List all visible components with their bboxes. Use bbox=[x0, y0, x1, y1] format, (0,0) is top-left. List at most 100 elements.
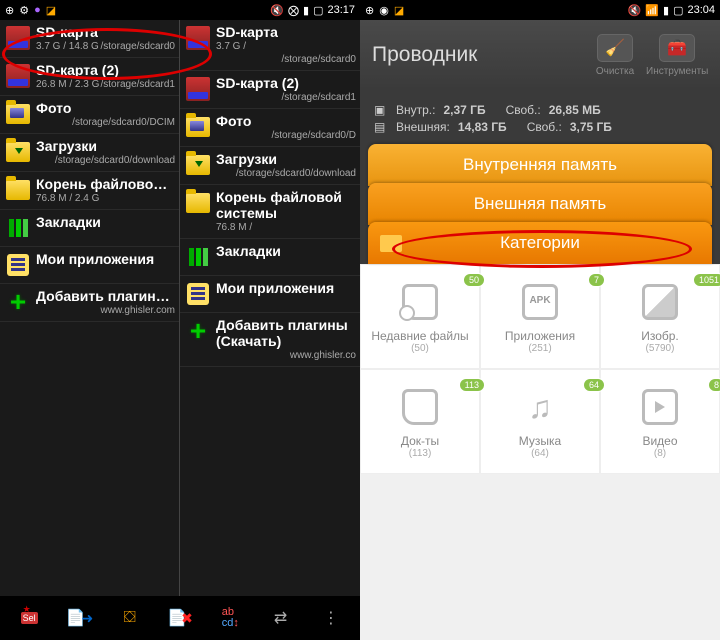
viber-icon: ● bbox=[34, 4, 41, 16]
fm-toolbar: ★Sel 📄➜ ⛋ 📄✖ abcd↕ ⇄ ⋮ bbox=[0, 596, 360, 640]
fm-item[interactable]: SD-карта3.7 G / 14.8 G/storage/sdcard0 bbox=[0, 20, 179, 58]
category-icon: 1051 bbox=[605, 279, 715, 325]
sd-icon bbox=[4, 62, 32, 90]
broom-icon: 🧹 bbox=[597, 34, 633, 62]
mute-icon: 🔇 bbox=[628, 4, 642, 17]
fm-item[interactable]: Корень файловой системы76.8 M / bbox=[180, 185, 360, 239]
folder-icon bbox=[4, 176, 32, 204]
category-cell[interactable]: 8 Видео (8) bbox=[600, 369, 720, 474]
count-badge: 113 bbox=[459, 378, 485, 392]
gear-icon: ⚙ bbox=[19, 4, 29, 17]
swap-button[interactable]: ⇄ bbox=[265, 602, 297, 634]
fm-item[interactable]: Закладки bbox=[180, 239, 360, 276]
sd-storage-icon: ▤ bbox=[374, 120, 388, 134]
delete-button[interactable]: 📄✖ bbox=[164, 602, 196, 634]
toolbox-icon: 🧰 bbox=[659, 34, 695, 62]
fm-item[interactable]: + Добавить плагины (Скачать)www.ghisler.… bbox=[180, 313, 360, 367]
fm-item[interactable]: + Добавить плагины (Скачать)www.ghisler.… bbox=[0, 284, 179, 322]
fm-item[interactable]: Закладки bbox=[0, 210, 179, 247]
category-icon: 113 bbox=[365, 384, 475, 430]
folder-icon bbox=[184, 189, 212, 217]
category-cell[interactable]: ♫64 Музыка (64) bbox=[480, 369, 600, 474]
category-title: Изобр. bbox=[605, 329, 715, 343]
bookmark-icon bbox=[184, 243, 212, 271]
fm-item[interactable]: Корень файловой системы76.8 M / 2.4 G bbox=[0, 172, 179, 210]
count-badge: 8 bbox=[708, 378, 720, 392]
wifi-icon: ⨂ bbox=[288, 4, 299, 17]
bookmark-icon bbox=[4, 214, 32, 242]
fm-item[interactable]: Фото/storage/sdcard0/D bbox=[180, 109, 360, 147]
plus-icon: ⊕ bbox=[5, 4, 14, 17]
phone-right: ⊕ ◉ ◪ 🔇 📶 ▮ ▢ 23:04 Проводник 🧹 Очистка … bbox=[360, 0, 720, 640]
sd-icon bbox=[184, 24, 212, 52]
clock-text: 23:17 bbox=[327, 4, 355, 16]
category-count: (5790) bbox=[605, 343, 715, 354]
category-cell[interactable]: 1051 Изобр. (5790) bbox=[600, 264, 720, 369]
wifi-icon: 📶 bbox=[645, 4, 659, 17]
fm-column-right: SD-карта3.7 G //storage/sdcard0 SD-карта… bbox=[180, 20, 360, 596]
fm-item[interactable]: SD-карта3.7 G //storage/sdcard0 bbox=[180, 20, 360, 71]
fm-item[interactable]: Мои приложения bbox=[0, 247, 179, 284]
plus-icon: + bbox=[4, 288, 32, 316]
battery-icon: ▢ bbox=[673, 4, 683, 17]
folder-dl-icon bbox=[4, 138, 32, 166]
sort-button[interactable]: abcd↕ bbox=[214, 602, 246, 634]
category-cell[interactable]: 113 Док-ты (113) bbox=[360, 369, 480, 474]
clock-text: 23:04 bbox=[687, 4, 715, 16]
gear-icon: ◉ bbox=[379, 4, 389, 17]
category-count: (113) bbox=[365, 448, 475, 459]
fm-item[interactable]: Загрузки/storage/sdcard0/download bbox=[180, 147, 360, 185]
explorer-title: Проводник bbox=[372, 43, 584, 67]
fm-item[interactable]: Фото/storage/sdcard0/DCIM bbox=[0, 96, 179, 134]
status-bar-right: ⊕ ◉ ◪ 🔇 📶 ▮ ▢ 23:04 bbox=[360, 0, 720, 20]
category-count: (8) bbox=[605, 448, 715, 459]
select-button[interactable]: ★Sel bbox=[13, 602, 45, 634]
zip-button[interactable]: ⛋ bbox=[114, 602, 146, 634]
mute-icon: 🔇 bbox=[270, 4, 284, 17]
category-icon: 50 bbox=[365, 279, 475, 325]
category-title: Музыка bbox=[485, 434, 595, 448]
sd-icon bbox=[4, 24, 32, 52]
category-count: (64) bbox=[485, 448, 595, 459]
fm-column-left: SD-карта3.7 G / 14.8 G/storage/sdcard0 S… bbox=[0, 20, 180, 596]
category-title: Недавние файлы bbox=[365, 329, 475, 343]
fm-item[interactable]: Загрузки/storage/sdcard0/download bbox=[0, 134, 179, 172]
plus-icon: ⊕ bbox=[365, 4, 374, 17]
phone-storage-icon: ▣ bbox=[374, 103, 388, 117]
category-title: Приложения bbox=[485, 329, 595, 343]
sd-icon bbox=[184, 75, 212, 103]
folder-dl-icon bbox=[184, 151, 212, 179]
signal-icon: ▮ bbox=[303, 4, 309, 17]
category-cell[interactable]: APK7 Приложения (251) bbox=[480, 264, 600, 369]
menu-button[interactable]: ⋮ bbox=[315, 602, 347, 634]
category-title: Док-ты bbox=[365, 434, 475, 448]
apps-icon bbox=[4, 251, 32, 279]
tab-categories[interactable]: Категории bbox=[368, 222, 712, 264]
category-icon: ♫64 bbox=[485, 384, 595, 430]
tab-internal[interactable]: Внутренняя память bbox=[368, 144, 712, 186]
category-icon: APK7 bbox=[485, 279, 595, 325]
fm-item[interactable]: SD-карта (2)26.8 M / 2.3 G/storage/sdcar… bbox=[0, 58, 179, 96]
count-badge: 50 bbox=[463, 273, 485, 287]
status-bar-left: ⊕ ⚙ ● ◪ 🔇 ⨂ ▮ ▢ 23:17 bbox=[0, 0, 360, 20]
category-cell[interactable]: 50 Недавние файлы (50) bbox=[360, 264, 480, 369]
folder-img-icon bbox=[4, 100, 32, 128]
tab-external[interactable]: Внешняя память bbox=[368, 183, 712, 225]
category-grid: 50 Недавние файлы (50)APK7 Приложения (2… bbox=[360, 264, 720, 474]
apps-icon bbox=[184, 280, 212, 308]
category-icon: 8 bbox=[605, 384, 715, 430]
fm-item[interactable]: SD-карта (2)/storage/sdcard1 bbox=[180, 71, 360, 109]
storage-info: ▣ Внутр.: 2,37 ГБ Своб.: 26,85 МБ ▤ Внеш… bbox=[360, 90, 720, 147]
fm-item[interactable]: Мои приложения bbox=[180, 276, 360, 313]
copy-button[interactable]: 📄➜ bbox=[63, 602, 95, 634]
category-count: (251) bbox=[485, 343, 595, 354]
clean-button[interactable]: 🧹 Очистка bbox=[584, 34, 646, 77]
tools-button[interactable]: 🧰 Инструменты bbox=[646, 34, 708, 77]
phone-left: ⊕ ⚙ ● ◪ 🔇 ⨂ ▮ ▢ 23:17 SD-карта3.7 G / 14… bbox=[0, 0, 360, 640]
category-title: Видео bbox=[605, 434, 715, 448]
category-count: (50) bbox=[365, 343, 475, 354]
signal-icon: ▮ bbox=[663, 4, 669, 17]
storage-tabs: Внутренняя память Внешняя память Категор… bbox=[360, 144, 720, 264]
explorer-header: Проводник 🧹 Очистка 🧰 Инструменты bbox=[360, 20, 720, 90]
battery-icon: ▢ bbox=[313, 4, 323, 17]
